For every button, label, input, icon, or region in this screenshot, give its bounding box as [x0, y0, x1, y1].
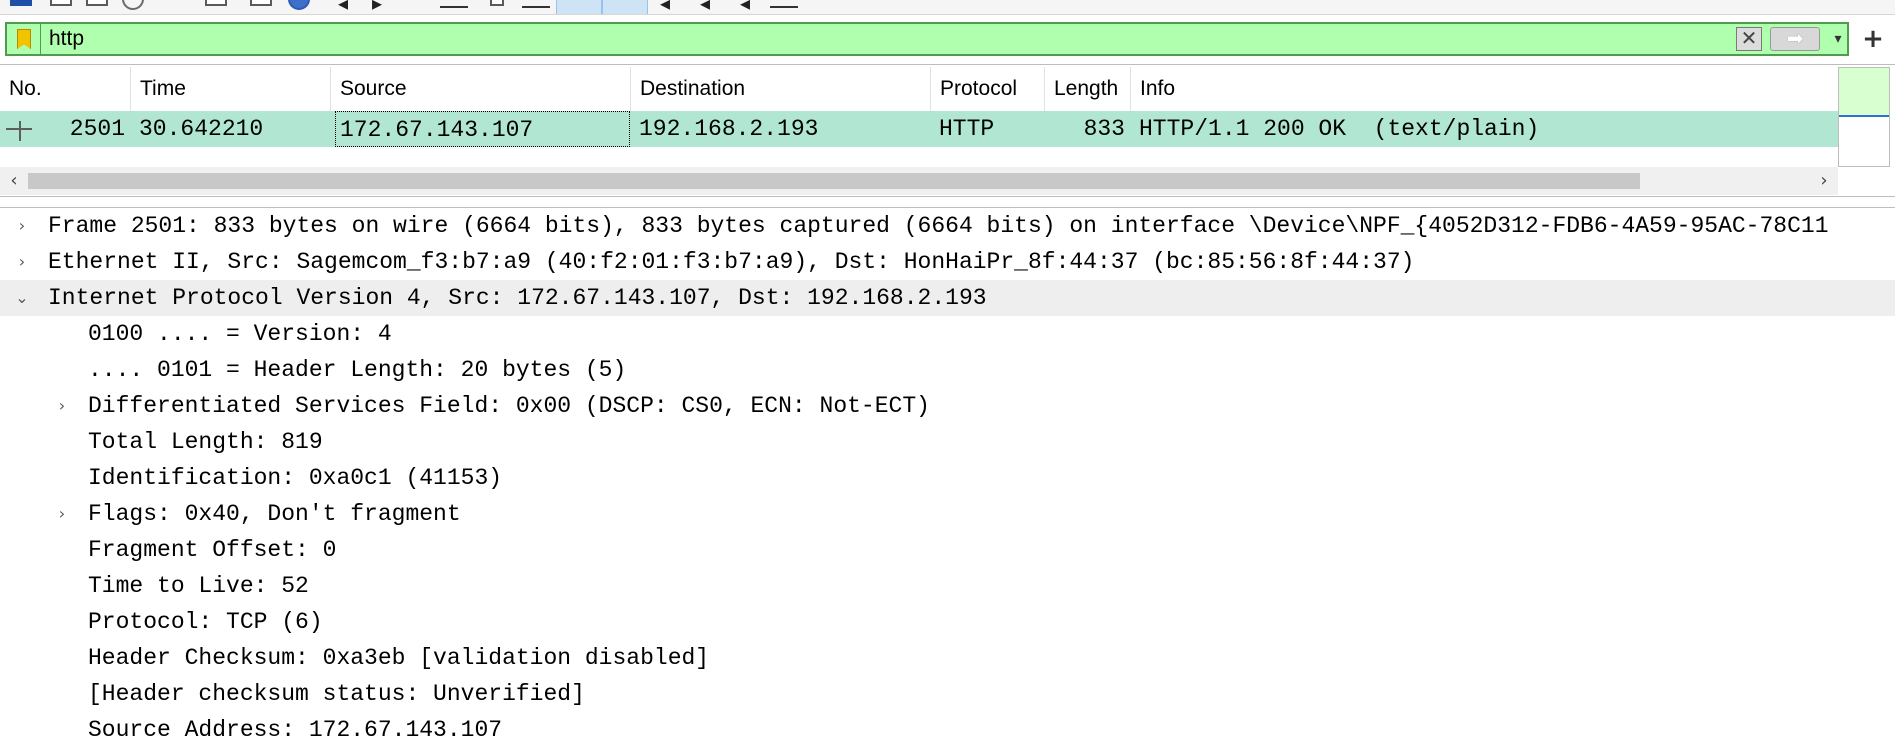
scrollbar-thumb[interactable] — [28, 173, 1640, 189]
cell-source: 172.67.143.107 — [335, 111, 630, 147]
detail-row[interactable]: 0100 .... = Version: 4 — [0, 316, 1895, 352]
colorize-toggle-icon[interactable] — [602, 0, 648, 14]
first-packet-icon[interactable] — [490, 0, 504, 6]
zoom-out-icon[interactable]: ◂ — [700, 0, 710, 13]
detail-row[interactable]: Total Length: 819 — [0, 424, 1895, 460]
column-header-source[interactable]: Source — [331, 67, 631, 111]
collapsed-arrow-icon[interactable]: › — [52, 388, 72, 424]
detail-row[interactable]: › Frame 2501: 833 bytes on wire (6664 bit… — [0, 208, 1895, 244]
capture-options-icon[interactable] — [50, 0, 72, 6]
expanded-arrow-icon[interactable]: ⌄ — [12, 280, 32, 316]
detail-row[interactable]: ⌄ Internet Protocol Version 4, Src: 172.6… — [0, 280, 1895, 316]
detail-row[interactable]: › Flags: 0x40, Don't fragment — [0, 496, 1895, 532]
filter-bookmark-button[interactable] — [7, 24, 41, 54]
collapsed-arrow-icon[interactable]: › — [12, 244, 32, 280]
packet-details-pane: › Frame 2501: 833 bytes on wire (6664 bit… — [0, 207, 1895, 747]
go-to-packet-icon[interactable] — [440, 6, 468, 8]
detail-row-text: 0100 .... = Version: 4 — [88, 321, 392, 347]
detail-row-text: Internet Protocol Version 4, Src: 172.67… — [48, 285, 987, 311]
apply-filter-button[interactable]: ➡ — [1770, 27, 1820, 51]
settings-icon[interactable] — [122, 0, 144, 10]
packet-list-pane: No. Time Source Destination Protocol Len… — [0, 64, 1895, 197]
detail-row-text: Source Address: 172.67.143.107 — [88, 717, 503, 743]
reload-icon[interactable] — [288, 0, 310, 10]
bookmark-icon — [17, 29, 31, 49]
cell-destination: 192.168.2.193 — [639, 116, 819, 142]
column-header-length[interactable]: Length — [1045, 67, 1131, 111]
cell-no: 2501 — [69, 116, 125, 142]
detail-row[interactable]: › Ethernet II, Src: Sagemcom_f3:b7:a9 (40… — [0, 244, 1895, 280]
save-file-icon[interactable] — [250, 0, 272, 6]
zoom-in-icon[interactable]: ◂ — [660, 0, 670, 13]
last-packet-icon[interactable] — [522, 6, 550, 8]
scroll-left-icon[interactable]: ‹ — [0, 167, 28, 195]
detail-row[interactable]: Protocol: TCP (6) — [0, 604, 1895, 640]
go-forward-icon[interactable]: ▸ — [372, 0, 382, 13]
column-header-protocol[interactable]: Protocol — [931, 67, 1045, 111]
packet-list-horizontal-scrollbar[interactable]: ‹ › — [0, 167, 1838, 195]
main-toolbar: ◂ ▸ ◂ ◂ ◂ — [0, 0, 1895, 15]
filter-history-dropdown[interactable]: ▾ — [1827, 27, 1849, 51]
detail-row-text: Identification: 0xa0c1 (41153) — [88, 465, 503, 491]
detail-row[interactable]: Source Address: 172.67.143.107 — [0, 712, 1895, 747]
detail-row-text: Frame 2501: 833 bytes on wire (6664 bits… — [48, 213, 1829, 239]
detail-row[interactable]: .... 0101 = Header Length: 20 bytes (5) — [0, 352, 1895, 388]
scroll-right-icon[interactable]: › — [1810, 167, 1838, 195]
collapsed-arrow-icon[interactable]: › — [12, 208, 32, 244]
detail-row[interactable]: Header Checksum: 0xa3eb [validation disa… — [0, 640, 1895, 676]
normal-size-icon[interactable]: ◂ — [740, 0, 750, 13]
packet-row[interactable]: 2501 30.642210 172.67.143.107 192.168.2.… — [0, 111, 1838, 147]
detail-row-text: Differentiated Services Field: 0x00 (DSC… — [88, 393, 930, 419]
column-header-no[interactable]: No. — [0, 67, 131, 111]
column-header-info[interactable]: Info — [1131, 67, 1838, 111]
collapsed-arrow-icon[interactable]: › — [52, 496, 72, 532]
detail-row-text: Flags: 0x40, Don't fragment — [88, 501, 461, 527]
interface-list-icon[interactable] — [10, 0, 32, 6]
detail-row[interactable]: [Header checksum status: Unverified] — [0, 676, 1895, 712]
start-capture-icon[interactable] — [86, 0, 108, 6]
go-back-icon[interactable]: ◂ — [338, 0, 348, 13]
resize-columns-icon[interactable] — [770, 6, 798, 8]
cell-length: 833 — [1083, 116, 1125, 142]
clear-filter-button[interactable]: ✕ — [1736, 27, 1762, 51]
detail-row-text: Fragment Offset: 0 — [88, 537, 337, 563]
detail-row[interactable]: Time to Live: 52 — [0, 568, 1895, 604]
detail-row-text: [Header checksum status: Unverified] — [88, 681, 585, 707]
cell-info: HTTP/1.1 200 OK (text/plain) — [1139, 116, 1540, 142]
detail-row-text: Header Checksum: 0xa3eb [validation disa… — [88, 645, 710, 671]
detail-row-text: Ethernet II, Src: Sagemcom_f3:b7:a9 (40:… — [48, 249, 1415, 275]
cell-protocol: HTTP — [939, 116, 995, 142]
detail-row-text: Time to Live: 52 — [88, 573, 309, 599]
cell-time: 30.642210 — [139, 116, 264, 142]
detail-row-text: Protocol: TCP (6) — [88, 609, 323, 635]
open-file-icon[interactable] — [205, 0, 227, 6]
detail-row[interactable]: › Differentiated Services Field: 0x00 (DS… — [0, 388, 1895, 424]
detail-row-text: Total Length: 819 — [88, 429, 323, 455]
display-filter-bar: ✕ ➡ ▾ — [5, 22, 1849, 56]
autoscroll-toggle-icon[interactable] — [556, 0, 602, 14]
column-header-time[interactable]: Time — [131, 67, 331, 111]
detail-row[interactable]: Identification: 0xa0c1 (41153) — [0, 460, 1895, 496]
detail-row-text: .... 0101 = Header Length: 20 bytes (5) — [88, 357, 627, 383]
column-header-destination[interactable]: Destination — [631, 67, 931, 111]
add-filter-button[interactable]: + — [1858, 24, 1888, 54]
detail-row[interactable]: Fragment Offset: 0 — [0, 532, 1895, 568]
display-filter-input[interactable] — [49, 24, 1729, 54]
packet-minimap[interactable] — [1838, 67, 1890, 167]
packet-list-header: No. Time Source Destination Protocol Len… — [0, 67, 1838, 112]
